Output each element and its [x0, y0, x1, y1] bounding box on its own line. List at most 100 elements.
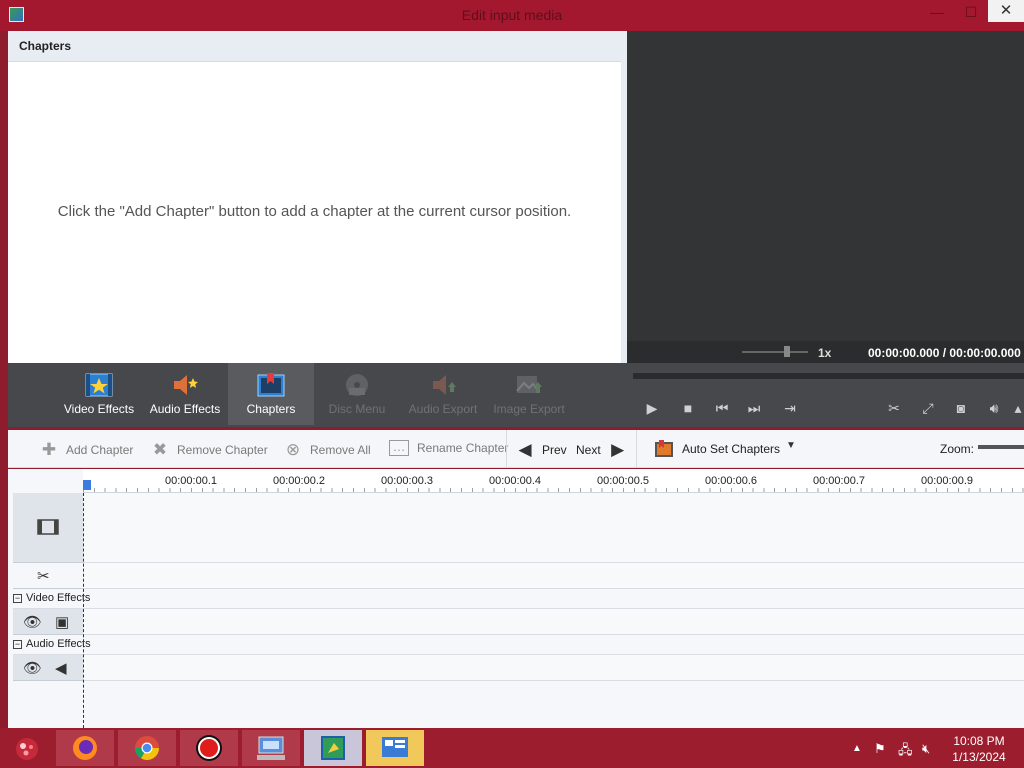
audio-effects-group-label: Audio Effects: [26, 638, 91, 650]
separator: [506, 430, 507, 468]
video-effects-track-row[interactable]: [83, 609, 1024, 635]
video-track-header: [13, 493, 83, 563]
taskbar-firefox[interactable]: [56, 730, 114, 766]
flag-icon[interactable]: ⚑: [874, 741, 886, 757]
clock-time: 10:08 PM: [953, 734, 1005, 748]
speed-slider[interactable]: [742, 351, 808, 353]
disc-menu-button[interactable]: Disc Menu: [314, 363, 400, 425]
video-preview: [627, 31, 1024, 341]
remove-chapter-button[interactable]: ✖ Remove Chapter: [151, 440, 268, 460]
video-effects-track-header: 👁︎ ▣: [13, 609, 83, 635]
film-strip-icon: [37, 519, 59, 535]
taskbar-control-panel[interactable]: [242, 730, 300, 766]
network-icon[interactable]: 🖧︎: [898, 741, 913, 763]
arrow-left-icon: ◀: [518, 440, 532, 459]
cut-track-row[interactable]: [83, 563, 1024, 589]
time-ruler[interactable]: 00:00:00.1 00:00:00.2 00:00:00.3 00:00:0…: [83, 469, 1024, 493]
prev-chapter-button[interactable]: ◀ Prev: [516, 440, 566, 460]
eye-icon[interactable]: 👁︎: [23, 659, 42, 677]
image-export-icon: [516, 376, 542, 393]
play-icon[interactable]: ▶: [642, 400, 662, 416]
start-orb-icon: [16, 738, 38, 760]
audio-effect-icon: ◀: [55, 660, 67, 677]
app-window-icon: [382, 737, 408, 757]
auto-set-dropdown-button[interactable]: ▼: [782, 440, 800, 451]
taskbar-chrome[interactable]: [118, 730, 176, 766]
auto-set-chapters-button[interactable]: Auto Set Chapters: [654, 440, 780, 458]
start-button[interactable]: [0, 730, 54, 766]
chapters-button[interactable]: Chapters: [228, 363, 314, 425]
ruler-tick-label: 00:00:00.7: [813, 475, 865, 487]
audio-effects-group[interactable]: − Audio Effects: [13, 635, 1024, 655]
taskbar: ▲ ⚑ 🖧︎ 🔇︎ 10:08 PM 1/13/2024: [0, 728, 1024, 768]
remove-all-button[interactable]: ⊗ Remove All: [284, 440, 371, 460]
maximize-button[interactable]: ☐: [954, 0, 988, 24]
video-effects-label: Video Effects: [63, 402, 135, 416]
volume-up-arrow-icon[interactable]: ▴: [1008, 400, 1024, 416]
image-export-button[interactable]: Image Export: [486, 363, 572, 425]
playhead-marker[interactable]: [83, 480, 91, 490]
zoom-slider[interactable]: [978, 445, 1024, 449]
rename-chapter-button[interactable]: … Rename Chapter: [389, 440, 508, 456]
cut-track-header: ✂: [13, 563, 83, 589]
previous-frame-icon[interactable]: ⏮: [712, 400, 732, 416]
rename-chapter-label: Rename Chapter: [417, 441, 509, 455]
time-display: 00:00:00.000 / 00:00:00.000: [868, 346, 1021, 360]
clock-date: 1/13/2024: [952, 750, 1006, 764]
video-effect-icon: ▣: [55, 614, 70, 631]
image-export-label: Image Export: [493, 402, 565, 416]
next-chapter-button[interactable]: Next ▶: [576, 440, 627, 460]
chapters-icon: [257, 373, 285, 397]
title-bar: Edit input media — ☐ ✕: [0, 0, 1024, 31]
speed-label: 1x: [818, 346, 832, 360]
computer-icon: [257, 736, 285, 760]
remove-chapter-label: Remove Chapter: [177, 443, 268, 457]
volume-muted-icon[interactable]: 🔇︎: [922, 741, 930, 757]
taskbar-recorder[interactable]: [180, 730, 238, 766]
taskbar-app-window[interactable]: [366, 730, 424, 766]
timeline: 00:00:00.1 00:00:00.2 00:00:00.3 00:00:0…: [8, 469, 1024, 728]
taskbar-video-editor[interactable]: [304, 730, 362, 766]
video-effects-icon: [85, 373, 113, 397]
disc-menu-icon: [346, 374, 368, 396]
minimize-button[interactable]: —: [920, 0, 954, 24]
close-button[interactable]: ✕: [988, 0, 1024, 22]
fullscreen-icon[interactable]: ⤢: [918, 400, 938, 416]
snapshot-icon[interactable]: ◙: [951, 400, 971, 416]
video-effects-group[interactable]: − Video Effects: [13, 589, 1024, 609]
video-editor-icon: [321, 736, 345, 760]
video-effects-button[interactable]: Video Effects: [56, 363, 142, 425]
audio-effects-track-header: 👁︎ ◀: [13, 655, 83, 681]
ruler-tick-label: 00:00:00.4: [489, 475, 541, 487]
audio-effects-label: Audio Effects: [149, 402, 221, 416]
eye-icon[interactable]: 👁︎: [23, 613, 42, 631]
cut-icon[interactable]: ✂: [884, 400, 904, 416]
video-effects-group-label: Video Effects: [26, 592, 91, 604]
ruler-tick-label: 00:00:00.1: [165, 475, 217, 487]
volume-icon[interactable]: 🔊︎: [984, 400, 1004, 416]
chrome-icon: [135, 736, 159, 761]
audio-export-button[interactable]: Audio Export: [400, 363, 486, 425]
tray-expand-icon[interactable]: ▲: [852, 743, 862, 754]
audio-effects-track-row[interactable]: [83, 655, 1024, 681]
firefox-icon: [73, 736, 97, 760]
collapse-icon[interactable]: −: [13, 594, 22, 603]
seek-bar[interactable]: [633, 373, 1024, 379]
add-chapter-label: Add Chapter: [66, 443, 134, 457]
ruler-tick-label: 00:00:00.2: [273, 475, 325, 487]
stop-icon[interactable]: ■: [678, 400, 698, 416]
separator: [636, 430, 637, 468]
play-selection-icon[interactable]: ⇥: [780, 400, 800, 416]
arrow-right-icon: ▶: [611, 440, 625, 459]
main-toolbar: Video Effects Audio Effects Chapters Dis…: [8, 363, 1024, 427]
circle-x-icon: ⊗: [285, 440, 301, 459]
collapse-icon[interactable]: −: [13, 640, 22, 649]
speed-slider-knob[interactable]: [784, 346, 790, 357]
rename-icon: …: [389, 440, 409, 456]
clock[interactable]: 10:08 PM 1/13/2024: [944, 733, 1014, 765]
next-frame-icon[interactable]: ⏭: [744, 400, 764, 416]
ruler-tick-label: 00:00:00.3: [381, 475, 433, 487]
video-track-row[interactable]: [83, 493, 1024, 563]
audio-effects-button[interactable]: Audio Effects: [142, 363, 228, 425]
add-chapter-button[interactable]: ✚ Add Chapter: [40, 440, 134, 460]
